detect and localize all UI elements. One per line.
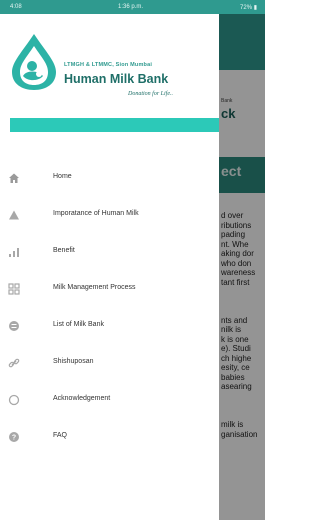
status-time: 1:36 p.m. bbox=[118, 4, 144, 10]
menu-item-label: List of Milk Bank bbox=[53, 321, 104, 328]
menu-item-milk-management[interactable]: Milk Management Process bbox=[0, 273, 219, 305]
milk-bank-logo bbox=[12, 34, 56, 90]
svg-text:?: ? bbox=[12, 435, 16, 442]
brand-tagline: Donation for Life.. bbox=[128, 91, 174, 97]
warning-triangle-icon bbox=[9, 210, 19, 220]
circle-list-icon bbox=[9, 321, 19, 331]
menu-item-label: Imporatance of Human Milk bbox=[53, 210, 139, 217]
menu-item-importance[interactable]: Imporatance of Human Milk bbox=[0, 199, 219, 231]
menu-item-acknowledgement[interactable]: Acknowledgement bbox=[0, 384, 219, 416]
navigation-drawer: LTMGH & LTMMC, Sion Mumbai Human Milk Ba… bbox=[0, 14, 219, 520]
menu-item-shishuposan[interactable]: Shishuposan bbox=[0, 347, 219, 379]
menu-item-benefit[interactable]: Benefit bbox=[0, 236, 219, 268]
menu-item-label: Home bbox=[53, 173, 72, 180]
drawer-header: LTMGH & LTMMC, Sion Mumbai Human Milk Ba… bbox=[0, 14, 219, 144]
menu-item-list-milk-bank[interactable]: List of Milk Bank bbox=[0, 310, 219, 342]
menu-item-label: Milk Management Process bbox=[53, 284, 136, 291]
menu-item-label: Acknowledgement bbox=[53, 395, 111, 402]
brand-subtitle: LTMGH & LTMMC, Sion Mumbai bbox=[64, 62, 153, 68]
status-bar: 4:08 1:36 p.m. 72% ▮ bbox=[0, 0, 265, 14]
menu-item-label: Shishuposan bbox=[53, 358, 94, 365]
question-icon: ? bbox=[9, 432, 19, 442]
circle-outline-icon bbox=[8, 394, 20, 406]
header-accent-band bbox=[10, 118, 219, 132]
link-icon bbox=[8, 358, 20, 368]
home-icon bbox=[9, 173, 19, 183]
menu-item-label: Benefit bbox=[53, 247, 75, 254]
status-left: 4:08 bbox=[10, 4, 22, 10]
menu-item-home[interactable]: Home bbox=[0, 162, 219, 194]
menu-item-faq[interactable]: ? FAQ bbox=[0, 421, 219, 453]
menu-item-label: FAQ bbox=[53, 432, 68, 439]
grid-icon bbox=[8, 283, 20, 295]
brand-title: Human Milk Bank bbox=[64, 72, 169, 86]
status-battery: 72% ▮ bbox=[240, 5, 257, 11]
bar-chart-icon bbox=[9, 248, 19, 257]
